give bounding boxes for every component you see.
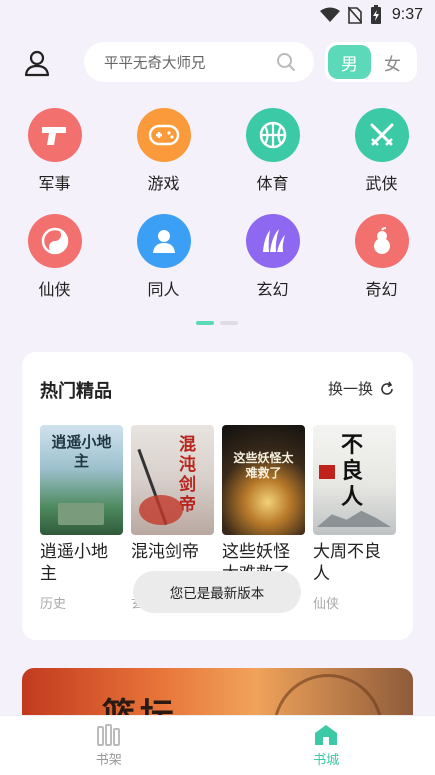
header: 平平无奇大师兄 男 女 [0, 42, 435, 82]
basketball-icon [245, 108, 300, 162]
wifi-icon [319, 7, 340, 23]
category-label: 军事 [38, 174, 71, 193]
category-label: 仙侠 [38, 280, 71, 299]
nav-bookstore[interactable]: 书城 [218, 716, 435, 775]
battery-charging-icon [370, 5, 382, 25]
category-label: 奇幻 [365, 280, 398, 299]
book-genre: 历史 [40, 597, 67, 612]
page-indicator [196, 321, 238, 325]
profile-button[interactable] [20, 46, 54, 80]
claw-icon [245, 214, 300, 268]
book-cover[interactable]: 混沌剑帝 [131, 425, 214, 535]
gender-female-option[interactable]: 女 [371, 45, 414, 79]
gun-icon [27, 108, 82, 162]
category-fantasy[interactable]: 奇幻 [327, 214, 435, 300]
section-title: 热门精品 [40, 381, 112, 402]
no-sim-icon [347, 6, 362, 24]
toast-message: 您已是最新版本 [133, 571, 301, 613]
category-sports[interactable]: 体育 [218, 108, 327, 194]
status-bar: 9:37 [0, 0, 435, 30]
category-label: 武侠 [365, 174, 398, 193]
bookshelf-icon [96, 724, 120, 746]
category-xianxia[interactable]: 仙侠 [0, 214, 109, 300]
gender-toggle: 男 女 [325, 42, 417, 82]
clock: 9:37 [391, 6, 423, 23]
book-genre: 仙侠 [313, 597, 340, 612]
cover-text: 这些妖怪太难救了 [233, 451, 294, 480]
nav-bookshelf[interactable]: 书架 [0, 716, 218, 775]
crossed-swords-icon [354, 108, 409, 162]
user-icon [24, 50, 50, 77]
search-input[interactable]: 平平无奇大师兄 [84, 42, 314, 82]
nav-label: 书城 [313, 753, 340, 768]
category-xuanhuan[interactable]: 玄幻 [218, 214, 327, 300]
category-label: 游戏 [147, 174, 180, 193]
gourd-icon [354, 214, 409, 268]
search-icon [277, 53, 295, 71]
book-cover[interactable]: 逍遥小地主 [40, 425, 123, 535]
cover-text: 不良人 [341, 433, 364, 510]
book-title: 逍遥小地主 [40, 542, 108, 584]
refresh-button[interactable]: 换一换 [328, 378, 395, 399]
cover-text: 逍遥小地主 [51, 433, 112, 470]
category-military[interactable]: 军事 [0, 108, 109, 194]
refresh-label: 换一换 [327, 380, 373, 398]
category-martial-arts[interactable]: 武侠 [327, 108, 435, 194]
refresh-icon [381, 381, 393, 395]
home-icon [315, 725, 338, 745]
person-icon [136, 214, 191, 268]
gamepad-icon [136, 108, 191, 162]
book-item[interactable]: 逍遥小地主 逍遥小地主 历史 [40, 425, 123, 612]
bottom-nav: 书架 书城 [0, 715, 435, 775]
book-title: 大周不良人 [313, 542, 381, 584]
nav-label: 书架 [95, 753, 122, 768]
category-label: 玄幻 [256, 280, 289, 299]
book-cover[interactable]: 不良人 [313, 425, 396, 535]
cover-text: 混沌剑帝 [179, 435, 196, 515]
yin-yang-icon [27, 214, 82, 268]
category-games[interactable]: 游戏 [109, 108, 218, 194]
page-dot [220, 321, 238, 325]
category-fanfic[interactable]: 同人 [109, 214, 218, 300]
page-dot-active [196, 321, 214, 325]
gender-male-option[interactable]: 男 [328, 45, 371, 79]
category-label: 同人 [147, 280, 180, 299]
book-cover[interactable]: 这些妖怪太难救了 [222, 425, 305, 535]
book-item[interactable]: 不良人 大周不良人 仙侠 [313, 425, 396, 612]
category-grid: 军事 游戏 体育 武侠 仙侠 同人 玄幻 奇幻 [0, 108, 435, 300]
search-placeholder: 平平无奇大师兄 [104, 55, 206, 72]
category-label: 体育 [256, 174, 289, 193]
